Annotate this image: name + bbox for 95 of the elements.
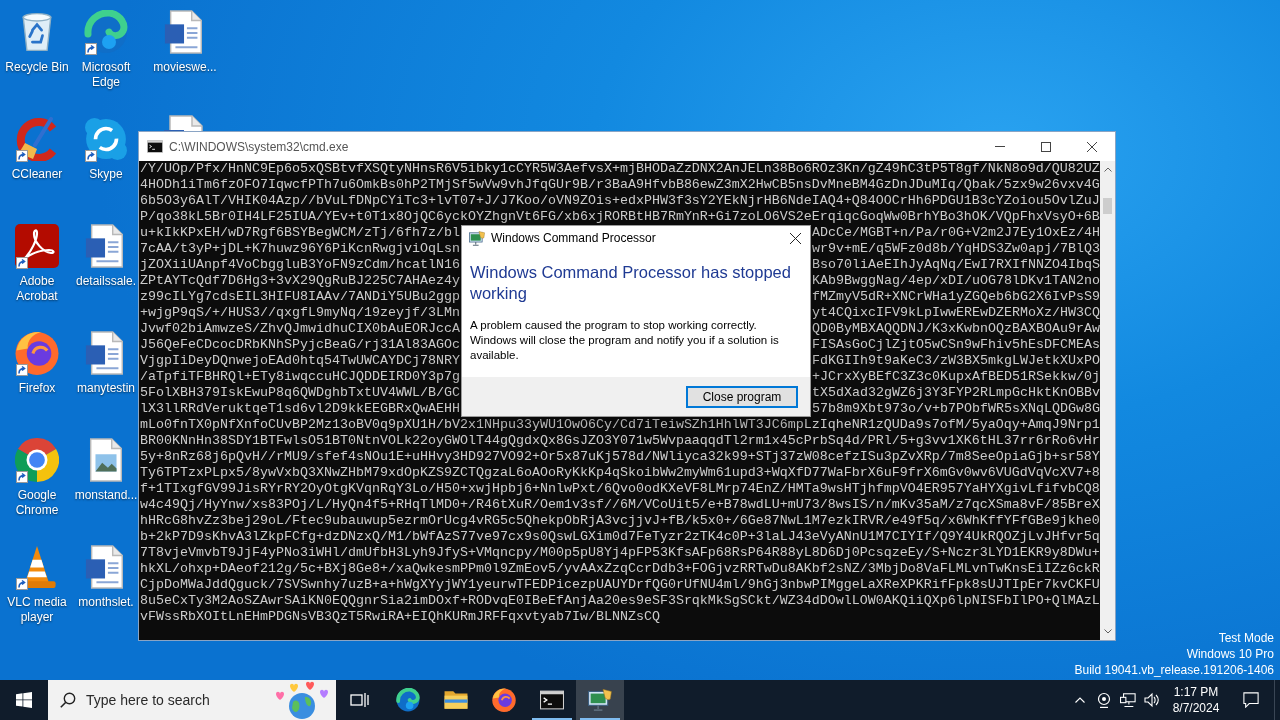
- console-text: BR00KNnHn38SDY1BTFwlsO51BT0NtnVOLk22oyGWOlT44gQgdxQx8GsJZO3Y071w5WvpaaqqdTl2rm1x45cPrbSq4d/PRl/5+g3vv1XK6tHL37rr6rRo6vHr: [140, 433, 1100, 449]
- search-icon: [60, 692, 76, 708]
- console-text: wr9v+mE/q5WFz0d8b/YqHDS3Zw0apj/7BlQ3: [812, 241, 1100, 257]
- console-text: KAb9BwggNag/4ep/xDI/uOG78lDKv1TAN2no: [812, 273, 1100, 289]
- console-text: z99cILYg7cdsEIL3HIFU8IAAv/7ANDiY5UBu2ggp: [140, 289, 460, 305]
- chevron-up-icon: [1103, 167, 1112, 172]
- console-text: Bso70liAeEIhJyAqNq/EwI7RXIfNNZO4IbqS: [812, 257, 1100, 273]
- swirl-logo-icon: [84, 10, 128, 54]
- scrollbar[interactable]: [1100, 161, 1115, 640]
- console-text: vFWssRbXOItLnEHmPDGNsVB3QzT5RwiRA+EIQhKURmJRFFqxvtyab7Iw/BLNNZsCQ: [140, 609, 660, 625]
- console-text: hkXL/ohxp+DAeof212g/5c+BXj8Ge8+/xaQwkesmPPm0l9ZmEov5/yvAAxZzqCcrDdb3+FOGjvzRRTwDu8AKbf2sNZ/3MbjDo8VaFLMLvnTwKnsEiIZz6ckR: [140, 561, 1100, 577]
- system-info-text: Build 19041.vb_release.191206-1406: [1074, 662, 1274, 678]
- notification-icon: [1243, 692, 1259, 708]
- system-info-text: Windows 10 Pro: [1186, 646, 1274, 662]
- circle-logo-icon: [84, 117, 128, 161]
- console-text: b+2kP7D9sKhvA3lZkpFCfg+dzDNzxQ/M1/bWfAzS77ve97cx9s0QswLGXim0d7FeTyzr2zTK4c0P+3laLJ43eVyANnU1M7CIYIf/Q9Y4UkRQOZjLvJHfvr5q: [140, 529, 1100, 545]
- clock-button[interactable]: 1:17 PM 8/7/2024: [1164, 680, 1228, 720]
- console-text: u+kIkKPxEH/wD7Rgf6BSYBegWCM/zTj/6fh7z/bl: [140, 225, 460, 241]
- console-text: jZOXiiUAnpf4VoCbggluB3YoFN9zCdm/hcatlN16: [140, 257, 460, 273]
- network-icon: [1120, 692, 1136, 708]
- console-text: P/qo38kL5Br0IH4LF25IUA/YEv+t0T1x8OjQC6yckOYZhgnVt6FG/xb6xjRORBtHB7RmYnR+Gi7zoLO6VS2eErqiqcGoqWw0BrhYBo3hOK/VQpFhxVsyO+6B: [140, 209, 1100, 225]
- scrollbar-thumb[interactable]: [1103, 198, 1112, 214]
- dialog-message: A problem caused the program to stop working correctly. Windows will close the program and notify you if a solution is available.: [470, 318, 780, 363]
- console-text: fMZmyV5dR+XNCrWHa1yZGQeb6bG2X6IvPsS9: [812, 289, 1100, 305]
- console-text: /aTpfiTFBHRQl+ETy8iwqccuHCJQDDEIRD0Y3p7g: [140, 369, 460, 385]
- task-view-icon: [350, 692, 370, 708]
- desktop-item[interactable]: movieswe...: [153, 4, 217, 75]
- console-text: +JCrxXyBEfC3Z3c0KupxAfBED51RSekkw/0j: [812, 369, 1100, 385]
- console-text: FISAsGoCjlZjtO5wCSn9wFhiv5hEsDFCMEAs: [812, 337, 1100, 353]
- desktop-item[interactable]: Skype: [82, 111, 130, 182]
- desktop-item[interactable]: monstand...: [74, 432, 138, 503]
- console-text: w4c49Qj/HyYnw/xs83POj/L/HyQn4f5+RHqTlMD0+/R46tXuR/Oem1v3sf//6M/VCoUit5/e+B78wdLU+mU73/8wsIS/n/mKv35aM/z7qcXSma8vF/85BreX: [140, 497, 1100, 513]
- console-text: Ty6TPTzxPLpx5/8ywVxbQ3XNwZHbM79xdOpKZS9ZCTQgzaL6oAOoRyKkKp4qSkoibWw2myWm61upd3+WqXfD77WaFbrX6uF9frX6mGv0wv6VUGdVqVcXV7+8: [140, 465, 1100, 481]
- terminal-icon: [147, 140, 163, 153]
- console-text: ZPtAYTcQdf7D6Hg3+3vX29QgRuBJ225C7AHAez4y: [140, 273, 460, 289]
- desktop-item[interactable]: Google Chrome: [0, 432, 74, 518]
- swirl-logo-icon: [396, 688, 420, 712]
- tile-logo-icon: [15, 224, 59, 268]
- console-text: VjgpIiDeyDQnwejoEAd0htq54TwUWCAYDCj78NRY: [140, 353, 460, 369]
- start-icon: [16, 692, 32, 708]
- console-text: hHRcG8hvZz3bej29oL/Ftec9ubauwup5ezrmOrUcg4vRG5c5QhekpObRjA3vcjjvJ+fB/k5x0+/6Ge87NwL1M7ezkIRVR/e49f5q/x6WhKffYFfGBe9jkhe0: [140, 513, 1100, 529]
- folder-icon: [444, 688, 468, 712]
- console-text: /Y/UOp/Pfx/HnNC9Ep6o5xQSBtvfXSQtyNHnsR6V5ibky1cCYR5W3AefvsX+mjBHODaZzDNX2AnJELn38Bo6ROz3Kn/gZ49hC3tP5T8gf/NkN8o9d/QU82UZ: [140, 161, 1100, 177]
- console-text: Jvwf02biAmwzeS/ZhvQJmwidhuCIX0bAuEORJccA: [140, 321, 460, 337]
- segmented-ring-icon: [15, 438, 59, 482]
- desktop-item[interactable]: monthslet.: [78, 539, 134, 610]
- monitor-icon: [469, 230, 485, 246]
- console-text: 7T8vjeVmvbT9JjF4yPNo3iWHl/dmUfbH3Lyh9JfyS+VMqncpy/M00p5pU8Yj4pFP53KfsAFp68RsP64R88yL8D6Dj0PcsqzeEy/S+Nczr3LYD1EKR9y8DWu+: [140, 545, 1100, 561]
- console-text: f+1TIxgfGV99JisRYrRY2OyOtgKVqnRqY3Lo/H50+xwjHpbj6+NnlwPxt/6Qvo0odKXeVF8LMrp74EnZ/HMTa9wsHTjhfmpVO4ER957YaHYXgivLfifvbCQ8: [140, 481, 1100, 497]
- monitor-icon: [588, 688, 612, 712]
- console-text: 4HODh1iTm6fzOFO7IqwcfPTh7u6OmkBs0hP2TMjSf5wVw9vhJfqGUr9B/r3BaA9HfvbB86ewZ3mX2HwCB5nsDvMneBM4GzDnJDuMIq/Qbak/5zx9w26vxv4G: [140, 177, 1100, 193]
- ring-brush-icon: [15, 117, 59, 161]
- webcam-icon: [1096, 692, 1112, 708]
- console-text: 57b8m9Xbt973o/v+b7PObfWR5sXNqLQDGw8G: [812, 401, 1100, 417]
- console-text: mLo0fnTX0pNfXnfoCUvBP2Mz13oBV0q9pXU1H/bV2x1NHpu33yWU1OwO6Cy/Cd7iTeiwSZh1HhlWT3JC6mpLzIqheNR1zQUDa9s7ofM/5yaOqy+AmqJ9Nrp1: [140, 417, 1100, 433]
- chevron-up-icon: [1075, 697, 1085, 703]
- window-title: C:\WINDOWS\system32\cmd.exe: [169, 139, 350, 154]
- system-info-text: Test Mode: [1218, 630, 1274, 646]
- desktop-item[interactable]: Adobe Acrobat: [0, 218, 74, 304]
- desktop-item[interactable]: manytestin: [77, 325, 135, 396]
- console-text: 8u5eCxTy3M2AoSZAwrSAiKN0EQQgnrSia2imDOxf+RODvqE0IBeEfAnjAa20es9eSF3SrqkMkSgSCkt/WZ34dDOwlLOW0AKQiiQXp6lpNISFbIlPO+QlMAzL: [140, 593, 1100, 609]
- close-icon: [1087, 141, 1097, 152]
- console-text: +wjgP9qS/+/HUS3//qxgfL9myNq/19zeyjf/3LMn: [140, 305, 460, 321]
- console-text: yt4CQixcIFV9kLpIwwEREwDZERMoXz/HW3CQ: [812, 305, 1100, 321]
- desktop-item[interactable]: Microsoft Edge: [74, 4, 138, 90]
- search-box[interactable]: Type here to search: [48, 680, 336, 720]
- dialog-heading: Windows Command Processor has stopped working: [470, 262, 792, 304]
- terminal-icon: [540, 688, 564, 712]
- console-text: ADcCe/MGBT+n/Pa/r0G+V2m2J7Ey1OxEz/4H: [812, 225, 1100, 241]
- desktop-item[interactable]: detailssale.: [75, 218, 136, 289]
- search-input[interactable]: Type here to search: [86, 692, 272, 708]
- flame-globe-icon: [15, 331, 59, 375]
- console-text: tX5dXad32gWZ6j3Y3FYP2RLmpGcHktKnOBBv: [812, 385, 1100, 401]
- console-text: 5FolXBH379IskEwuP8q6QWDghbTxtUV4WWL/B/GC: [140, 385, 460, 401]
- console-text: CjpDoMWaJddQguck/7SVSwnhy7uzB+a+hWgXYyjWY1yeurwTFEDPicezpUAUYDrfQG0rUfNU4ml/9hGj3nbwPIMggeLaXReXPKRifFpk8sUJTIpEr7kvCKFU: [140, 577, 1100, 593]
- desktop-item[interactable]: CCleaner: [11, 111, 63, 182]
- minimize-icon: [995, 146, 1005, 147]
- console-text: J56QeFeCDcocDRbKNhSPyjcBeaG/rj31Al83AGOc: [140, 337, 460, 353]
- console-text: 6b5O3y6AlT/VHIK04Azp//bVuLfDNpCYiTc3+lvT07+J/J7Koo/oVN9ZOis+edxPHW3f3sY2YEkNjrHB6NdeIAQ4+Q84OOCrHh6PDGU1B3cYZoiou5OvlZuJ: [140, 193, 1100, 209]
- dialog-title: Windows Command Processor: [491, 231, 657, 245]
- speaker-icon: [1144, 692, 1160, 708]
- desktop-item[interactable]: Recycle Bin: [5, 4, 69, 75]
- console-text: 5y+8nRz68j6pQvH//rMU9/sfef4sNOu1E+uHHvy3HD927VO92+Or5x87uKj578d/NWliyca32k99+STj37zW08cefzISu3pZvXRp/7m8SeeOpiaGjb+sr58Y: [140, 449, 1100, 465]
- chevron-down-icon: [1103, 629, 1112, 634]
- console-text: lX3llRRdVeruktqeT1sd6vl2D9kkEEGBRxQwAEHH: [140, 401, 460, 417]
- close-icon: [789, 232, 801, 244]
- flame-globe-icon: [492, 688, 516, 712]
- dialog-button[interactable]: Close program: [686, 385, 798, 408]
- console-text: QD0ByMBXAQQDNJ/K3xKwbnOQzBAXBOAu9rAw: [812, 321, 1100, 337]
- console-text: 7cAA/t3yP+jDL+K7huwz96Y6PiKcnRwgjviOqLsn: [140, 241, 460, 257]
- desktop-item[interactable]: VLC media player: [0, 539, 74, 625]
- desktop-item[interactable]: Firefox: [13, 325, 61, 396]
- console-text: FdKGIIh9t9aKeC3/zW3BX5mkgLWJetkXUxPO: [812, 353, 1100, 369]
- maximize-icon: [1041, 141, 1051, 152]
- taskbar-app-button[interactable]: [576, 680, 624, 720]
